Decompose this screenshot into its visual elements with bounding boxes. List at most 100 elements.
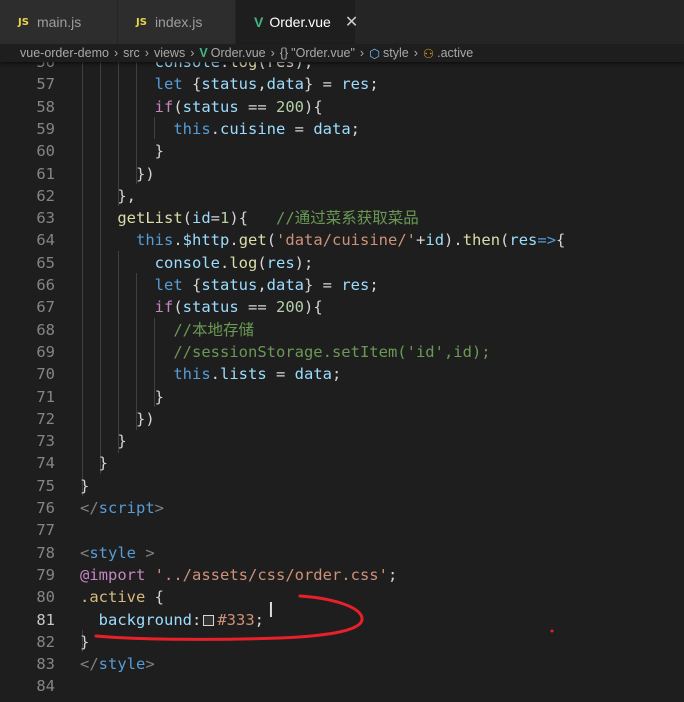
js-file-icon: JS: [18, 16, 29, 28]
code-token: =: [266, 365, 295, 384]
line-number: 82: [36, 632, 55, 651]
code-token: }: [80, 387, 164, 406]
code-line[interactable]: 57 let {status,data} = res;: [0, 73, 684, 95]
code-token: cuisine: [220, 119, 286, 138]
code-token: }): [80, 409, 155, 428]
code-token: ;: [350, 119, 360, 138]
code-line[interactable]: 82}: [0, 631, 684, 653]
code-token: style: [89, 543, 137, 562]
line-number: 76: [36, 499, 55, 517]
code-token: {: [182, 75, 202, 94]
color-swatch-icon[interactable]: [203, 614, 215, 626]
code-line[interactable]: 81 background: #333;: [0, 609, 684, 631]
code-line[interactable]: 72 }): [0, 408, 684, 430]
line-number: 68: [36, 320, 55, 339]
code-token: this: [173, 119, 211, 138]
code-token: (: [173, 298, 183, 317]
code-line[interactable]: 58 if(status == 200){: [0, 96, 684, 118]
code-token: (: [173, 97, 183, 116]
line-number: 83: [36, 655, 55, 674]
breadcrumb-item-project[interactable]: vue-order-demo: [20, 46, 109, 60]
code-text: </style>: [80, 653, 155, 675]
code-token: }: [80, 632, 90, 651]
code-token: } =: [304, 276, 342, 294]
tab-label: index.js: [154, 14, 203, 30]
line-number: 79: [36, 565, 55, 584]
breadcrumb-item-views[interactable]: views: [154, 46, 185, 60]
tab-label: Order.vue: [269, 14, 331, 30]
code-token: script: [98, 499, 155, 517]
tab-main-js[interactable]: JS main.js: [0, 0, 118, 44]
close-icon[interactable]: ✕: [345, 12, 358, 32]
breadcrumb-item-module[interactable]: "Order.vue": [291, 46, 355, 60]
code-line[interactable]: 76 </script>: [0, 497, 684, 519]
code-line[interactable]: 79 @import '../assets/css/order.css';: [0, 564, 684, 586]
code-line[interactable]: 61 }): [0, 163, 684, 185]
code-line[interactable]: 64 this.$http.get('data/cuisine/'+id).th…: [0, 229, 684, 251]
code-text: if(status == 200){: [80, 96, 323, 118]
line-number: 75: [36, 476, 55, 495]
tab-order-vue[interactable]: V Order.vue ✕: [236, 0, 358, 44]
code-line[interactable]: 71 }: [0, 386, 684, 408]
code-token: (: [266, 231, 277, 250]
breadcrumb-item-src[interactable]: src: [123, 46, 140, 60]
code-text: this.cuisine = data;: [80, 118, 360, 140]
code-token: 'data/cuisine/': [276, 231, 417, 250]
line-number: 72: [36, 409, 55, 428]
code-text: }: [80, 386, 164, 408]
code-token: } =: [304, 75, 342, 94]
chevron-right-icon: ›: [413, 46, 418, 60]
code-text: }: [80, 475, 89, 497]
code-token: //sessionStorage.setItem('id',id);: [173, 342, 491, 361]
code-token: get: [238, 231, 267, 250]
code-line[interactable]: 60 }: [0, 140, 684, 162]
code-token: getList: [117, 209, 183, 228]
code-token: 200: [276, 97, 304, 116]
tab-index-js[interactable]: JS index.js: [118, 0, 236, 44]
line-number: 80: [36, 588, 55, 607]
code-line[interactable]: 67 if(status == 200){: [0, 296, 684, 318]
code-line[interactable]: 78 <style >: [0, 542, 684, 564]
code-token: (: [182, 209, 192, 228]
code-text: this.lists = data;: [80, 363, 341, 385]
code-token: if: [154, 97, 174, 116]
code-text: }): [80, 163, 155, 185]
code-token: this: [136, 231, 174, 250]
code-text: @import '../assets/css/order.css';: [80, 564, 397, 586]
code-line[interactable]: 74 }: [0, 452, 684, 474]
code-line[interactable]: 83 </style>: [0, 653, 684, 675]
code-line[interactable]: 66 let {status,data} = res;: [0, 274, 684, 296]
code-line[interactable]: 73 }: [0, 430, 684, 452]
line-number: 71: [36, 387, 55, 406]
code-token: data: [313, 119, 351, 138]
code-token: {: [182, 276, 202, 294]
code-line[interactable]: 68 //本地存储: [0, 319, 684, 341]
code-line[interactable]: 75}: [0, 475, 684, 497]
code-line[interactable]: 77: [0, 519, 684, 541]
code-editor[interactable]: 56 console.log(res); 57 let {status,data}…: [0, 50, 684, 702]
breadcrumb-item-style[interactable]: style: [383, 46, 409, 60]
code-token: let: [154, 276, 183, 294]
tab-bar: JS main.js JS index.js V Order.vue ✕: [0, 0, 684, 44]
code-line[interactable]: 59 this.cuisine = data;: [0, 118, 684, 140]
code-line[interactable]: 70 this.lists = data;: [0, 363, 684, 385]
code-line[interactable]: 65 console.log(res);: [0, 252, 684, 274]
breadcrumb-item-active[interactable]: .active: [437, 46, 473, 60]
code-line[interactable]: 62 },: [0, 185, 684, 207]
code-token: }: [80, 454, 108, 473]
code-line[interactable]: 84: [0, 675, 684, 697]
code-line[interactable]: 63 getList(id=1){ //通过菜系获取菜品: [0, 207, 684, 229]
breadcrumb-item-file[interactable]: Order.vue: [211, 46, 266, 60]
code-line[interactable]: 80 .active {: [0, 586, 684, 608]
code-token: >: [154, 499, 165, 517]
code-line[interactable]: 69 //sessionStorage.setItem('id',id);: [0, 341, 684, 363]
code-text: }: [80, 140, 164, 162]
line-number: 62: [36, 186, 55, 205]
code-token: '../assets/css/order.css': [154, 565, 388, 584]
